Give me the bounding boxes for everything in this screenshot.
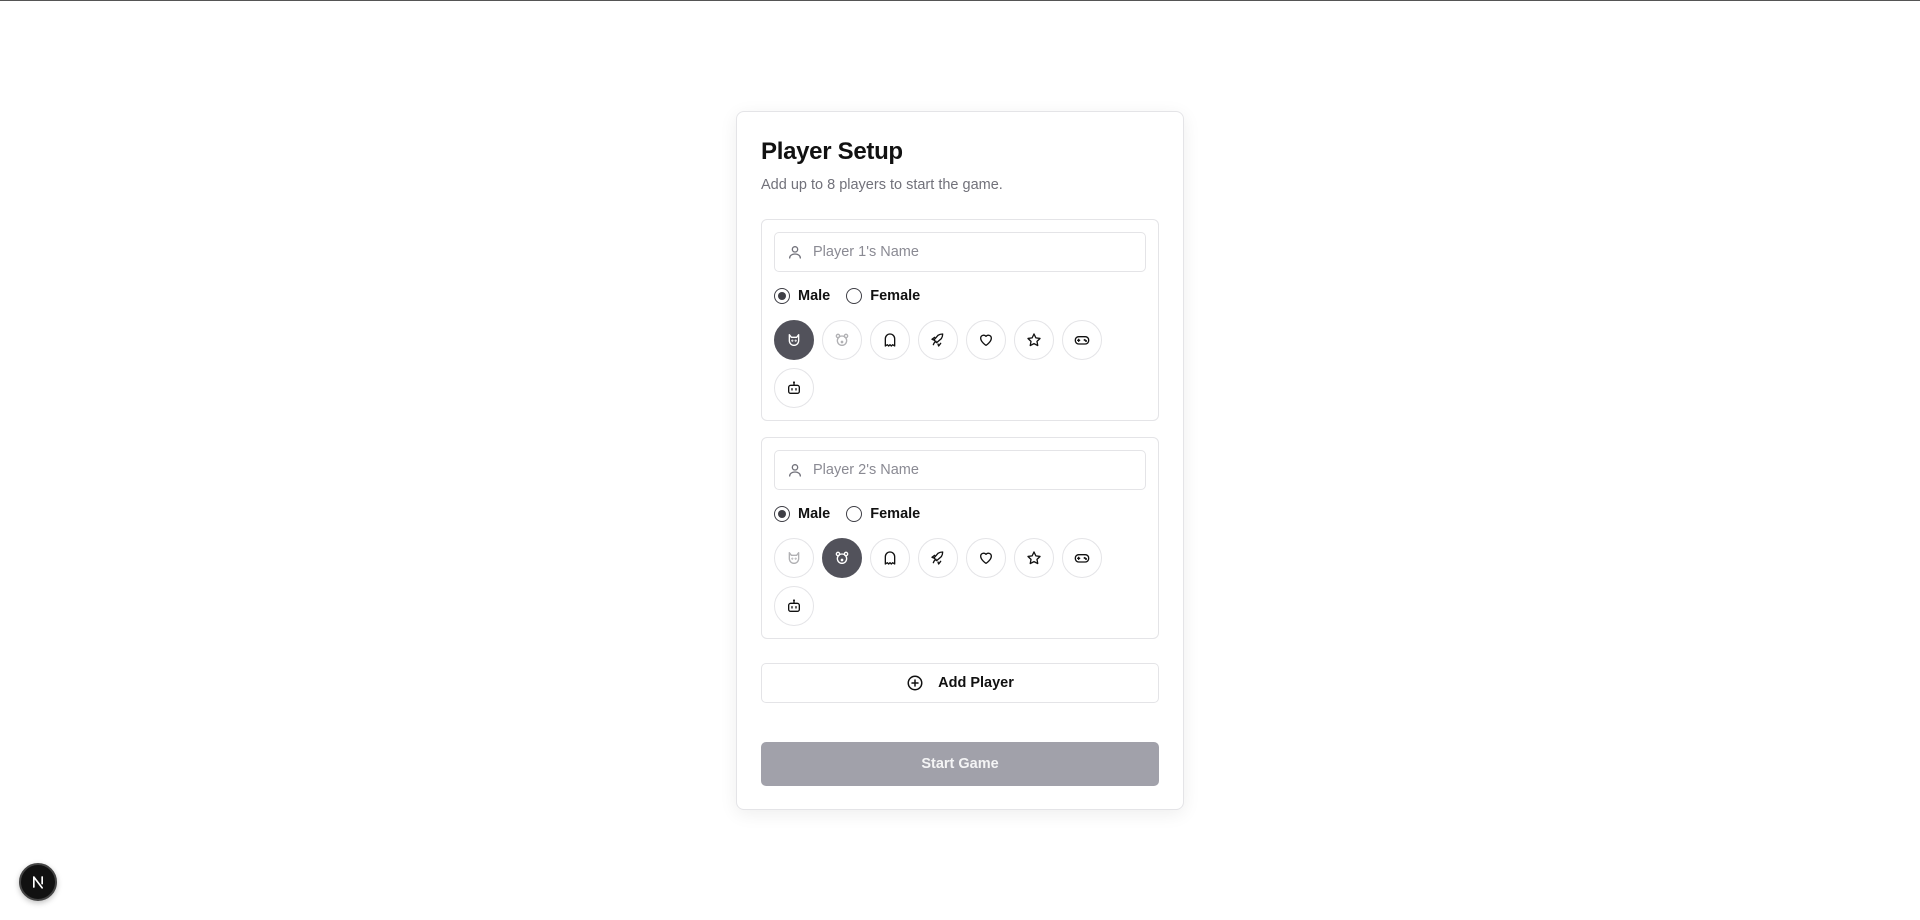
nextjs-dev-badge[interactable] (19, 863, 57, 901)
avatar-option-gamepad[interactable] (1062, 320, 1102, 360)
avatar-option-bear[interactable] (822, 320, 862, 360)
avatar-option-robot[interactable] (774, 586, 814, 626)
gender-label: Female (870, 506, 921, 522)
avatar-option-cat[interactable] (774, 320, 814, 360)
gender-option-male[interactable]: Male (774, 288, 830, 304)
gender-label: Male (798, 288, 831, 304)
heart-icon (980, 334, 992, 346)
player-setup-card: Player Setup Add up to 8 players to star… (736, 111, 1184, 810)
robot-icon (788, 599, 800, 612)
cat-icon (788, 552, 800, 564)
gender-option-male[interactable]: Male (774, 506, 830, 522)
radio-button[interactable] (846, 506, 863, 522)
ghost-icon (884, 551, 896, 565)
star-icon (1027, 551, 1041, 565)
add-player-button[interactable]: Add Player (761, 663, 1159, 703)
page-subtitle: Add up to 8 players to start the game. (761, 177, 1003, 193)
cat-icon (788, 334, 800, 346)
gender-label: Female (870, 288, 921, 304)
page-title: Player Setup (761, 138, 903, 165)
radio-button[interactable] (846, 288, 863, 304)
start-game-label: Start Game (921, 756, 999, 772)
avatar-option-heart[interactable] (966, 320, 1006, 360)
gender-option-female[interactable]: Female (846, 506, 920, 522)
player-name-input[interactable] (813, 233, 1143, 271)
radio-button[interactable] (774, 506, 790, 522)
radio-button[interactable] (774, 288, 790, 304)
top-border-line (0, 0, 1920, 1)
gamepad-icon (1074, 554, 1090, 563)
nextjs-logo-icon (33, 876, 44, 889)
gamepad-icon (1074, 336, 1090, 345)
avatar-option-ghost[interactable] (870, 320, 910, 360)
player-name-field[interactable] (774, 450, 1146, 490)
player-card-1: Male Female (761, 219, 1159, 421)
add-player-label: Add Player (938, 675, 1014, 691)
player-card-2: Male Female (761, 437, 1159, 639)
gender-option-female[interactable]: Female (846, 288, 920, 304)
ghost-icon (884, 333, 896, 347)
user-icon (789, 246, 801, 259)
robot-icon (788, 381, 800, 394)
star-icon (1027, 333, 1041, 347)
player-name-field[interactable] (774, 232, 1146, 272)
avatar-option-star[interactable] (1014, 538, 1054, 578)
plus-circle-icon (907, 675, 923, 691)
bear-icon (835, 333, 849, 346)
avatar-option-heart[interactable] (966, 538, 1006, 578)
avatar-option-cat[interactable] (774, 538, 814, 578)
avatar-option-robot[interactable] (774, 368, 814, 408)
avatar-option-bear[interactable] (822, 538, 862, 578)
gender-radio-group: Male Female (774, 504, 936, 524)
avatar-option-gamepad[interactable] (1062, 538, 1102, 578)
rocket-icon (931, 333, 944, 347)
gender-radio-group: Male Female (774, 286, 936, 306)
user-icon (789, 464, 801, 477)
avatar-option-star[interactable] (1014, 320, 1054, 360)
avatar-option-rocket[interactable] (918, 538, 958, 578)
start-game-button[interactable]: Start Game (761, 742, 1159, 786)
heart-icon (980, 552, 992, 564)
avatar-option-rocket[interactable] (918, 320, 958, 360)
player-name-input[interactable] (813, 451, 1143, 489)
avatar-option-ghost[interactable] (870, 538, 910, 578)
bear-icon (835, 551, 849, 564)
gender-label: Male (798, 506, 831, 522)
rocket-icon (931, 551, 944, 565)
